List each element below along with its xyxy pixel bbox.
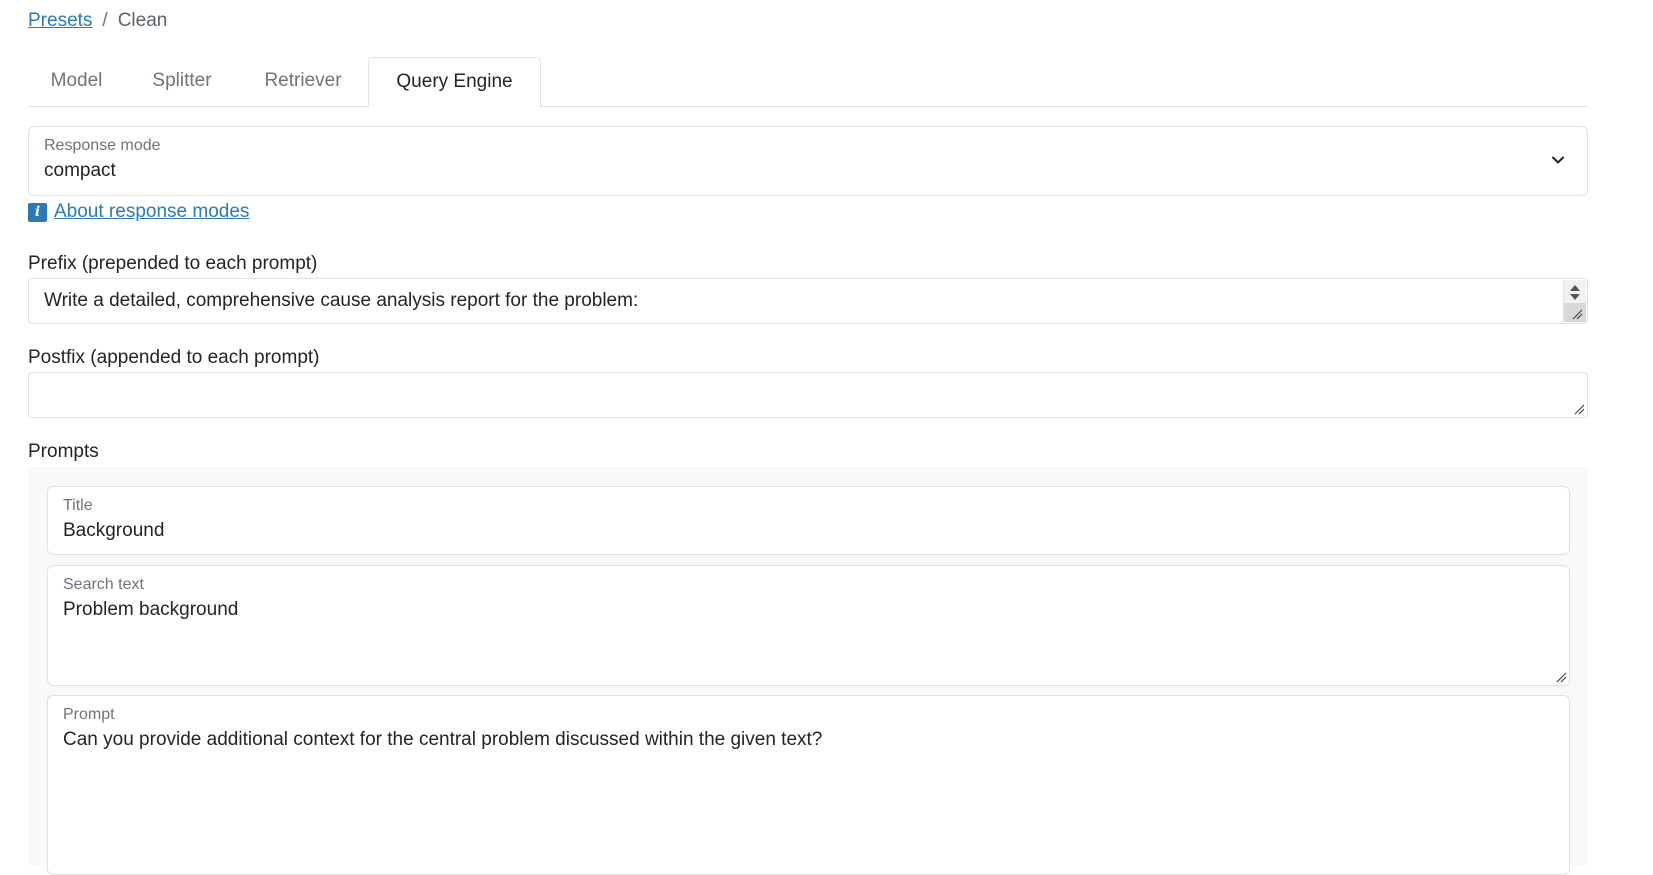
- about-response-modes-link[interactable]: About response modes: [54, 201, 249, 223]
- prompt-search-label: Search text: [63, 576, 144, 593]
- resize-handle-icon[interactable]: [1573, 403, 1585, 415]
- chevron-down-icon: [1552, 156, 1564, 164]
- prefix-textarea[interactable]: Write a detailed, comprehensive cause an…: [28, 278, 1588, 324]
- tab-retriever[interactable]: Retriever: [240, 57, 366, 105]
- tab-bar: Model Splitter Retriever Query Engine: [28, 57, 1588, 108]
- prompt-title-value: Background: [63, 520, 165, 541]
- prompts-panel: Title Background Search text Problem bac…: [28, 466, 1588, 875]
- response-mode-label: Response mode: [44, 137, 161, 154]
- info-icon: i: [28, 202, 47, 222]
- tab-splitter[interactable]: Splitter: [127, 57, 237, 105]
- prompt-title-label: Title: [63, 497, 93, 514]
- tab-query-engine[interactable]: Query Engine: [368, 57, 541, 108]
- prompt-text-field[interactable]: Prompt Can you provide additional contex…: [47, 695, 1570, 875]
- breadcrumb-separator: /: [102, 10, 108, 31]
- resize-handle-icon: [1572, 309, 1583, 320]
- tab-model[interactable]: Model: [28, 57, 125, 105]
- spin-up-icon[interactable]: [1570, 285, 1580, 291]
- prompt-search-text-field[interactable]: Search text Problem background: [47, 565, 1570, 686]
- prompt-search-value: Problem background: [63, 599, 239, 620]
- resize-grip[interactable]: [1564, 303, 1586, 322]
- resize-handle-icon[interactable]: [1555, 671, 1567, 683]
- prefix-value: Write a detailed, comprehensive cause an…: [44, 290, 639, 311]
- prompt-prompt-value: Can you provide additional context for t…: [63, 729, 823, 750]
- spin-down-icon[interactable]: [1570, 294, 1580, 300]
- prefix-label: Prefix (prepended to each prompt): [28, 253, 318, 274]
- prompt-title-field[interactable]: Title Background: [47, 486, 1570, 555]
- breadcrumb: Presets / Clean: [28, 10, 167, 32]
- breadcrumb-presets-link[interactable]: Presets: [28, 10, 92, 32]
- postfix-label: Postfix (appended to each prompt): [28, 347, 320, 368]
- prompts-label: Prompts: [28, 441, 99, 462]
- response-mode-select[interactable]: Response mode compact: [28, 126, 1588, 196]
- breadcrumb-current: Clean: [117, 10, 168, 31]
- textarea-spin-control[interactable]: [1563, 280, 1586, 322]
- prompt-prompt-label: Prompt: [63, 706, 115, 723]
- postfix-textarea[interactable]: [28, 372, 1588, 418]
- response-modes-help: i About response modes: [28, 201, 249, 223]
- response-mode-value: compact: [44, 160, 116, 181]
